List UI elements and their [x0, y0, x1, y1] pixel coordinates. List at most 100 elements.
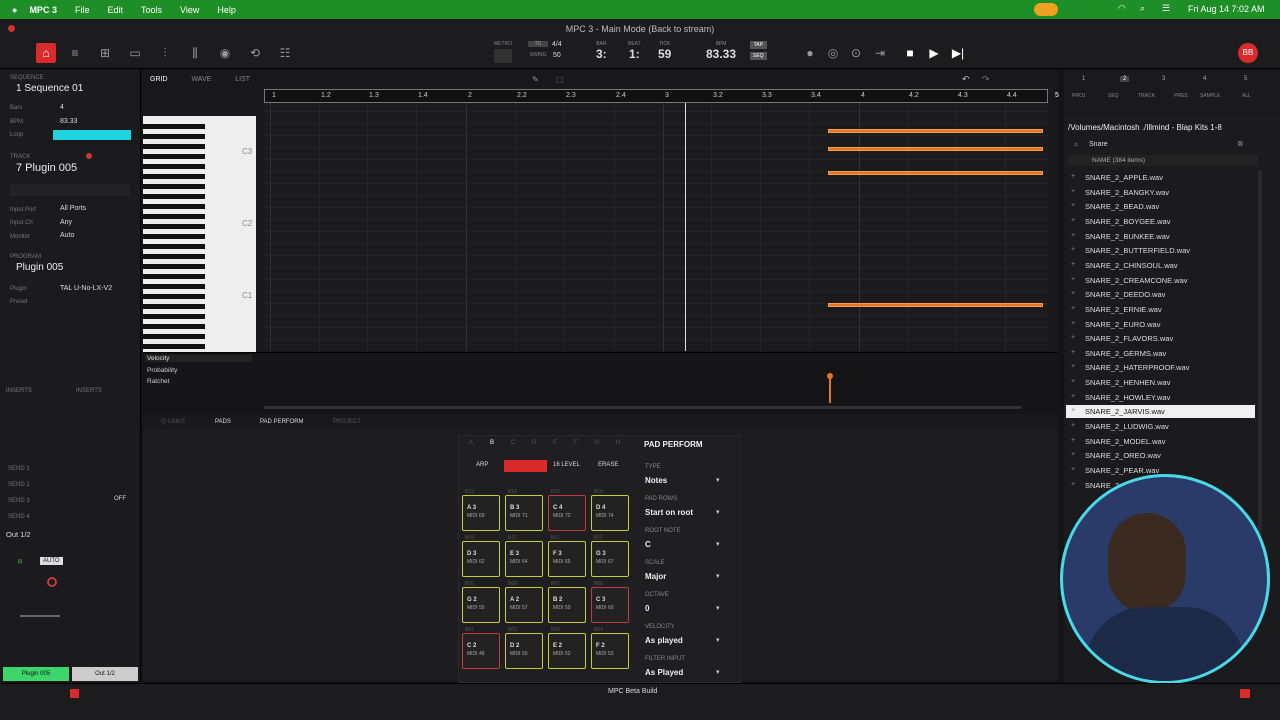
black-key[interactable]	[143, 164, 205, 169]
menu-edit[interactable]: Edit	[107, 5, 123, 15]
record-icon[interactable]: ●	[800, 43, 820, 63]
expand-icon[interactable]: +	[1071, 276, 1075, 283]
auto-button[interactable]: AUTO	[40, 557, 63, 565]
play-icon[interactable]: ▶	[924, 43, 944, 63]
input-channel-select[interactable]: Any	[60, 219, 72, 226]
channel-strip-out[interactable]: Out 1/2	[72, 667, 138, 681]
overdub-icon[interactable]: ◎	[823, 43, 843, 63]
redo-icon[interactable]: ↷	[982, 74, 990, 85]
browser-tab-2[interactable]: 2	[1120, 76, 1130, 82]
browser-scrollbar[interactable]	[1258, 170, 1262, 550]
filter-seq[interactable]: SEQ	[1108, 93, 1119, 99]
file-item[interactable]: SNARE_2_HENHEN.wav	[1085, 378, 1170, 387]
sample-edit-icon[interactable]: ▭	[125, 43, 145, 63]
monitor-select[interactable]: Auto	[60, 232, 74, 239]
file-item[interactable]: SNARE_2_EURO.wav	[1085, 320, 1160, 329]
file-item[interactable]: SNARE_2_HATERPROOF.wav	[1085, 363, 1189, 372]
loop-toggle[interactable]	[53, 130, 131, 140]
pencil-tool-icon[interactable]: ✎	[532, 75, 539, 84]
menu-tools[interactable]: Tools	[141, 5, 162, 15]
file-item[interactable]: SNARE_2_OREO.wav	[1085, 451, 1161, 460]
pad[interactable]: B03 E 2 MIDI 52	[548, 627, 586, 669]
bank-e[interactable]: E	[553, 440, 557, 446]
lane-probability[interactable]: Probability	[145, 367, 177, 374]
status-icon-record[interactable]	[70, 689, 79, 698]
file-item[interactable]: SNARE_2_BANGKY.wav	[1085, 188, 1169, 197]
black-key[interactable]	[143, 154, 205, 159]
bars-value[interactable]: 4	[60, 104, 64, 111]
plugin-select[interactable]: TAL U-No-LX-V2	[60, 285, 112, 292]
menu-app[interactable]: MPC 3	[29, 5, 57, 15]
stop-icon[interactable]: ■	[900, 43, 920, 63]
black-key[interactable]	[143, 204, 205, 209]
black-key[interactable]	[143, 304, 205, 309]
select-tool-icon[interactable]: ⬚	[556, 75, 564, 84]
clock[interactable]: Fri Aug 14 7:02 AM	[1188, 4, 1265, 14]
bar-counter[interactable]: BAR 3:	[596, 41, 607, 61]
home-icon[interactable]: ⌂	[36, 43, 56, 63]
expand-icon[interactable]: +	[1071, 290, 1075, 297]
piano-roll[interactable]	[264, 103, 1048, 351]
black-key[interactable]	[143, 244, 205, 249]
filter-all[interactable]: ALL	[1242, 93, 1251, 99]
bank-f[interactable]: F	[574, 440, 578, 446]
dropdown-arrow-icon[interactable]: ▾	[716, 540, 720, 548]
beat-counter[interactable]: BEAT 1:	[628, 41, 641, 61]
file-item[interactable]: SNARE_2_CHINSOUL.wav	[1085, 261, 1178, 270]
tab-wave[interactable]: WAVE	[191, 76, 211, 83]
expand-icon[interactable]: +	[1071, 188, 1075, 195]
dropdown-arrow-icon[interactable]: ▾	[716, 476, 720, 484]
velocity-handle[interactable]	[827, 373, 833, 379]
tab-pads[interactable]: PADS	[215, 419, 231, 425]
browser-icon[interactable]: ≡	[65, 43, 85, 63]
grid-view-icon[interactable]: ⊞	[95, 43, 115, 63]
pad[interactable]: B04 F 2 MIDI 53	[591, 627, 629, 669]
pad[interactable]: B13 A 3 MIDI 69	[462, 489, 500, 531]
pad[interactable]: B09 D 3 MIDI 62	[462, 535, 500, 577]
expand-icon[interactable]: +	[1071, 363, 1075, 370]
expand-icon[interactable]: +	[1071, 349, 1075, 356]
file-list-header[interactable]: NAME (384 items)	[1068, 155, 1258, 166]
expand-icon[interactable]: +	[1071, 217, 1075, 224]
black-key[interactable]	[143, 274, 205, 279]
menu-help[interactable]: Help	[217, 5, 236, 15]
midi-note[interactable]	[828, 129, 1043, 133]
filter-pres[interactable]: PRES	[1174, 93, 1188, 99]
pad[interactable]: B07 B 2 MIDI 59	[548, 581, 586, 623]
expand-icon[interactable]: +	[1071, 407, 1075, 414]
arp-button[interactable]: ARP	[476, 462, 488, 468]
black-key[interactable]	[143, 174, 205, 179]
setting-value[interactable]: Start on root	[645, 508, 693, 517]
velocity-bar[interactable]	[829, 375, 831, 403]
sequence-selector[interactable]: 1 Sequence 01	[16, 83, 83, 94]
tab-q-links[interactable]: Q-LINKS	[161, 419, 185, 425]
black-key[interactable]	[143, 324, 205, 329]
menu-view[interactable]: View	[180, 5, 199, 15]
file-item[interactable]: SNARE_2_BOYGEE.wav	[1085, 217, 1170, 226]
expand-icon[interactable]: +	[1071, 261, 1075, 268]
loop-icon[interactable]: ⟲	[245, 43, 265, 63]
setting-value[interactable]: 0	[645, 604, 649, 613]
midi-note[interactable]	[828, 171, 1043, 175]
output-select[interactable]: Out 1/2	[6, 530, 31, 539]
expand-icon[interactable]: +	[1071, 393, 1075, 400]
black-key[interactable]	[143, 344, 205, 349]
expand-icon[interactable]: +	[1071, 422, 1075, 429]
expand-icon[interactable]: +	[1071, 320, 1075, 327]
pad[interactable]: B12 G 3 MIDI 67	[591, 535, 629, 577]
browser-path[interactable]: /Volumes/Macintosh ./Illmind - Blap Kits…	[1068, 123, 1254, 132]
pad[interactable]: B15 C 4 MIDI 72	[548, 489, 586, 531]
mic-indicator-icon[interactable]	[1034, 3, 1058, 16]
expand-icon[interactable]: +	[1071, 232, 1075, 239]
lane-velocity[interactable]: Velocity	[145, 355, 252, 362]
black-key[interactable]	[143, 224, 205, 229]
pad[interactable]: B06 A 2 MIDI 57	[505, 581, 543, 623]
black-key[interactable]	[143, 284, 205, 289]
input-port-select[interactable]: All Ports	[60, 205, 86, 212]
record-arm-icon[interactable]	[47, 577, 57, 587]
pad[interactable]: B05 G 2 MIDI 55	[462, 581, 500, 623]
time-code[interactable]: TC SWING	[528, 41, 548, 58]
file-item[interactable]: SNARE_2_APPLE.wav	[1085, 173, 1163, 182]
dropdown-arrow-icon[interactable]: ▾	[716, 604, 720, 612]
play-start-icon[interactable]: ▶|	[948, 43, 968, 63]
